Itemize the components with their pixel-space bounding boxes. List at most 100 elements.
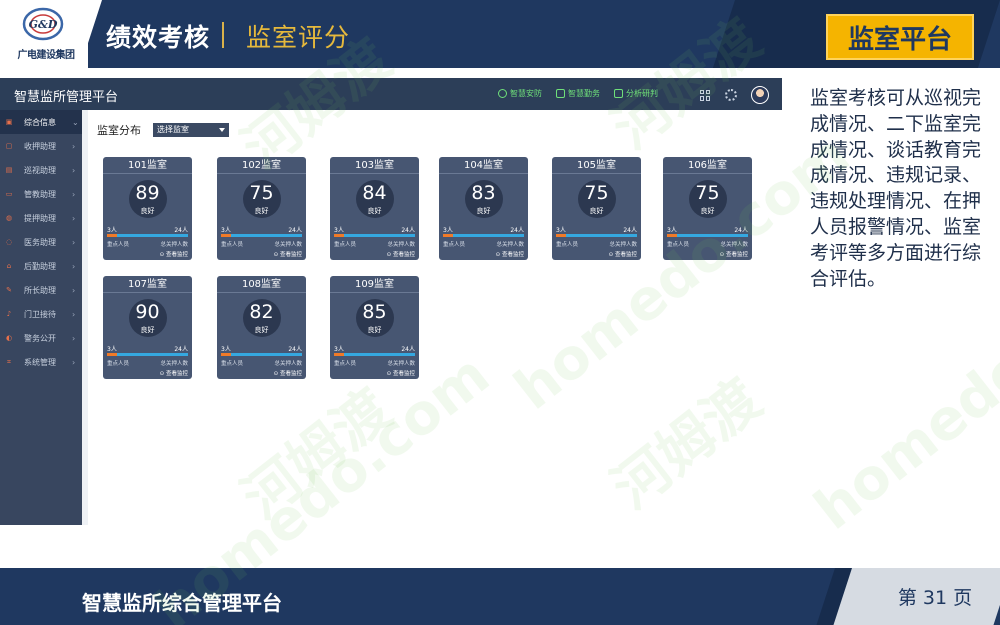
view-monitor-link[interactable]: ⊙ 查看监控 xyxy=(609,250,637,258)
description-text: 监室考核可从巡视完成情况、二下监室完成情况、谈话教育完成情况、违规记录、违规处理… xyxy=(810,87,982,290)
room-card[interactable]: 104监室 83 良好 3人 24人 重点人员 总关押人数 ⊙ 查看监控 xyxy=(439,157,528,260)
sidebar-item-label: 门卫接待 xyxy=(24,309,56,319)
document-icon: ▣ xyxy=(5,118,13,126)
total-detainee-label: 总关押人数 xyxy=(160,242,188,248)
room-grade: 良好 xyxy=(140,326,155,334)
room-name: 101监室 xyxy=(103,157,192,174)
escort-icon: ◍ xyxy=(5,214,13,222)
chevron-right-icon: › xyxy=(72,141,76,151)
ratio-bar-fill xyxy=(334,353,345,356)
room-select[interactable]: 选择监室 xyxy=(153,123,229,137)
ratio-bar xyxy=(221,353,302,356)
sidebar-item-patrol[interactable]: ▤ 巡视助理 › xyxy=(0,158,82,182)
room-score: 84 xyxy=(362,182,387,204)
sidebar-item-label: 管教助理 xyxy=(24,189,56,199)
sidebar-item-director[interactable]: ✎ 所长助理 › xyxy=(0,278,82,302)
view-monitor-link[interactable]: ⊙ 查看监控 xyxy=(387,369,415,377)
title-divider xyxy=(222,22,224,48)
chevron-right-icon: › xyxy=(72,213,76,223)
total-detainee-count: 24人 xyxy=(288,227,302,234)
room-name: 108监室 xyxy=(217,276,306,293)
view-monitor-link[interactable]: ⊙ 查看监控 xyxy=(160,250,188,258)
view-monitor-label: 查看监控 xyxy=(165,371,188,377)
view-monitor-link[interactable]: ⊙ 查看监控 xyxy=(496,250,524,258)
circle-check-icon xyxy=(498,89,507,98)
settings-icon: ⌗ xyxy=(7,357,11,366)
sidebar-item-logistics[interactable]: ⌂ 后勤助理 › xyxy=(0,254,82,278)
chevron-right-icon: › xyxy=(72,333,76,343)
sidebar-item-label: 所长助理 xyxy=(24,285,56,295)
sidebar-item-label: 巡视助理 xyxy=(24,165,56,175)
view-monitor-label: 查看监控 xyxy=(501,252,524,258)
sidebar-item-system[interactable]: ⌗ 系统管理 › xyxy=(0,350,82,374)
room-name: 109监室 xyxy=(330,276,419,293)
room-grade: 良好 xyxy=(700,207,715,215)
footer-title: 智慧监所综合管理平台 xyxy=(82,591,282,615)
total-detainee-label: 总关押人数 xyxy=(720,242,748,248)
company-logo: G&D 广电建设集团 xyxy=(0,0,102,68)
view-monitor-link[interactable]: ⊙ 查看监控 xyxy=(387,250,415,258)
chevron-down-icon xyxy=(219,128,225,132)
gear-icon[interactable] xyxy=(725,89,737,101)
room-name: 102监室 xyxy=(217,157,306,174)
sidebar-item-general-info[interactable]: ▣ 综合信息 ⌄ xyxy=(0,110,82,134)
key-person-count: 3人 xyxy=(334,227,344,234)
view-monitor-link[interactable]: ⊙ 查看监控 xyxy=(274,250,302,258)
room-score: 82 xyxy=(249,301,274,323)
room-grade: 良好 xyxy=(589,207,604,215)
key-person-count: 3人 xyxy=(221,346,231,353)
total-detainee-label: 总关押人数 xyxy=(496,242,524,248)
medical-icon: ◌ xyxy=(5,238,13,246)
sidebar-item-education[interactable]: ▭ 管教助理 › xyxy=(0,182,82,206)
room-card[interactable]: 105监室 75 良好 3人 24人 重点人员 总关押人数 ⊙ 查看监控 xyxy=(552,157,641,260)
ratio-bar-fill xyxy=(107,234,118,237)
room-card[interactable]: 108监室 82 良好 3人 24人 重点人员 总关押人数 ⊙ 查看监控 xyxy=(217,276,306,379)
sidebar-item-custody[interactable]: ▢ 收押助理 › xyxy=(0,134,82,158)
ratio-bar-fill xyxy=(334,234,345,237)
view-monitor-link[interactable]: ⊙ 查看监控 xyxy=(720,250,748,258)
nav-smart-duty[interactable]: 智慧勤务 xyxy=(556,88,600,99)
education-icon: ▭ xyxy=(5,190,13,198)
sidebar-item-escort[interactable]: ◍ 提押助理 › xyxy=(0,206,82,230)
nav-analysis[interactable]: 分析研判 xyxy=(614,88,658,99)
nav-label: 智慧安防 xyxy=(510,89,542,98)
chevron-right-icon: › xyxy=(72,165,76,175)
chevron-right-icon: › xyxy=(72,189,76,199)
ratio-bar xyxy=(221,234,302,237)
app-content: 监室分布 选择监室 101监室 89 良好 3人 24人 重点人员 总关押人数 ⊙ 查看监控 1… xyxy=(82,110,782,525)
ratio-bar xyxy=(667,234,748,237)
room-card[interactable]: 103监室 84 良好 3人 24人 重点人员 总关押人数 ⊙ 查看监控 xyxy=(330,157,419,260)
chevron-down-icon: ⌄ xyxy=(72,117,79,127)
sidebar-item-public[interactable]: ◐ 警务公开 › xyxy=(0,326,82,350)
key-person-label: 重点人员 xyxy=(107,361,130,367)
room-score: 75 xyxy=(584,182,609,204)
view-monitor-label: 查看监控 xyxy=(614,252,637,258)
nav-smart-security[interactable]: 智慧安防 xyxy=(498,88,542,99)
sidebar-item-reception[interactable]: ♪ 门卫接待 › xyxy=(0,302,82,326)
avatar[interactable] xyxy=(751,86,769,104)
room-grade: 良好 xyxy=(367,207,382,215)
sidebar-item-medical[interactable]: ◌ 医务助理 › xyxy=(0,230,82,254)
ratio-bar-fill xyxy=(221,353,232,356)
ratio-bar xyxy=(556,234,637,237)
room-card[interactable]: 109监室 85 良好 3人 24人 重点人员 总关押人数 ⊙ 查看监控 xyxy=(330,276,419,379)
view-monitor-link[interactable]: ⊙ 查看监控 xyxy=(160,369,188,377)
room-card[interactable]: 101监室 89 良好 3人 24人 重点人员 总关押人数 ⊙ 查看监控 xyxy=(103,157,192,260)
room-card[interactable]: 102监室 75 良好 3人 24人 重点人员 总关押人数 ⊙ 查看监控 xyxy=(217,157,306,260)
room-card[interactable]: 106监室 75 良好 3人 24人 重点人员 总关押人数 ⊙ 查看监控 xyxy=(663,157,752,260)
page-subtitle: 监室评分 xyxy=(246,23,351,52)
chevron-right-icon: › xyxy=(72,357,76,367)
room-card[interactable]: 107监室 90 良好 3人 24人 重点人员 总关押人数 ⊙ 查看监控 xyxy=(103,276,192,379)
bell-icon: ♪ xyxy=(6,310,12,318)
total-detainee-label: 总关押人数 xyxy=(387,361,415,367)
grid-menu-icon[interactable] xyxy=(700,89,711,101)
room-score: 89 xyxy=(135,182,160,204)
view-monitor-link[interactable]: ⊙ 查看监控 xyxy=(274,369,302,377)
ratio-bar-fill xyxy=(443,234,454,237)
key-person-label: 重点人员 xyxy=(334,361,357,367)
key-person-count: 3人 xyxy=(443,227,453,234)
nav-label: 分析研判 xyxy=(626,89,658,98)
key-person-count: 3人 xyxy=(221,227,231,234)
key-person-label: 重点人员 xyxy=(443,242,466,248)
bar-chart-icon xyxy=(614,89,623,98)
